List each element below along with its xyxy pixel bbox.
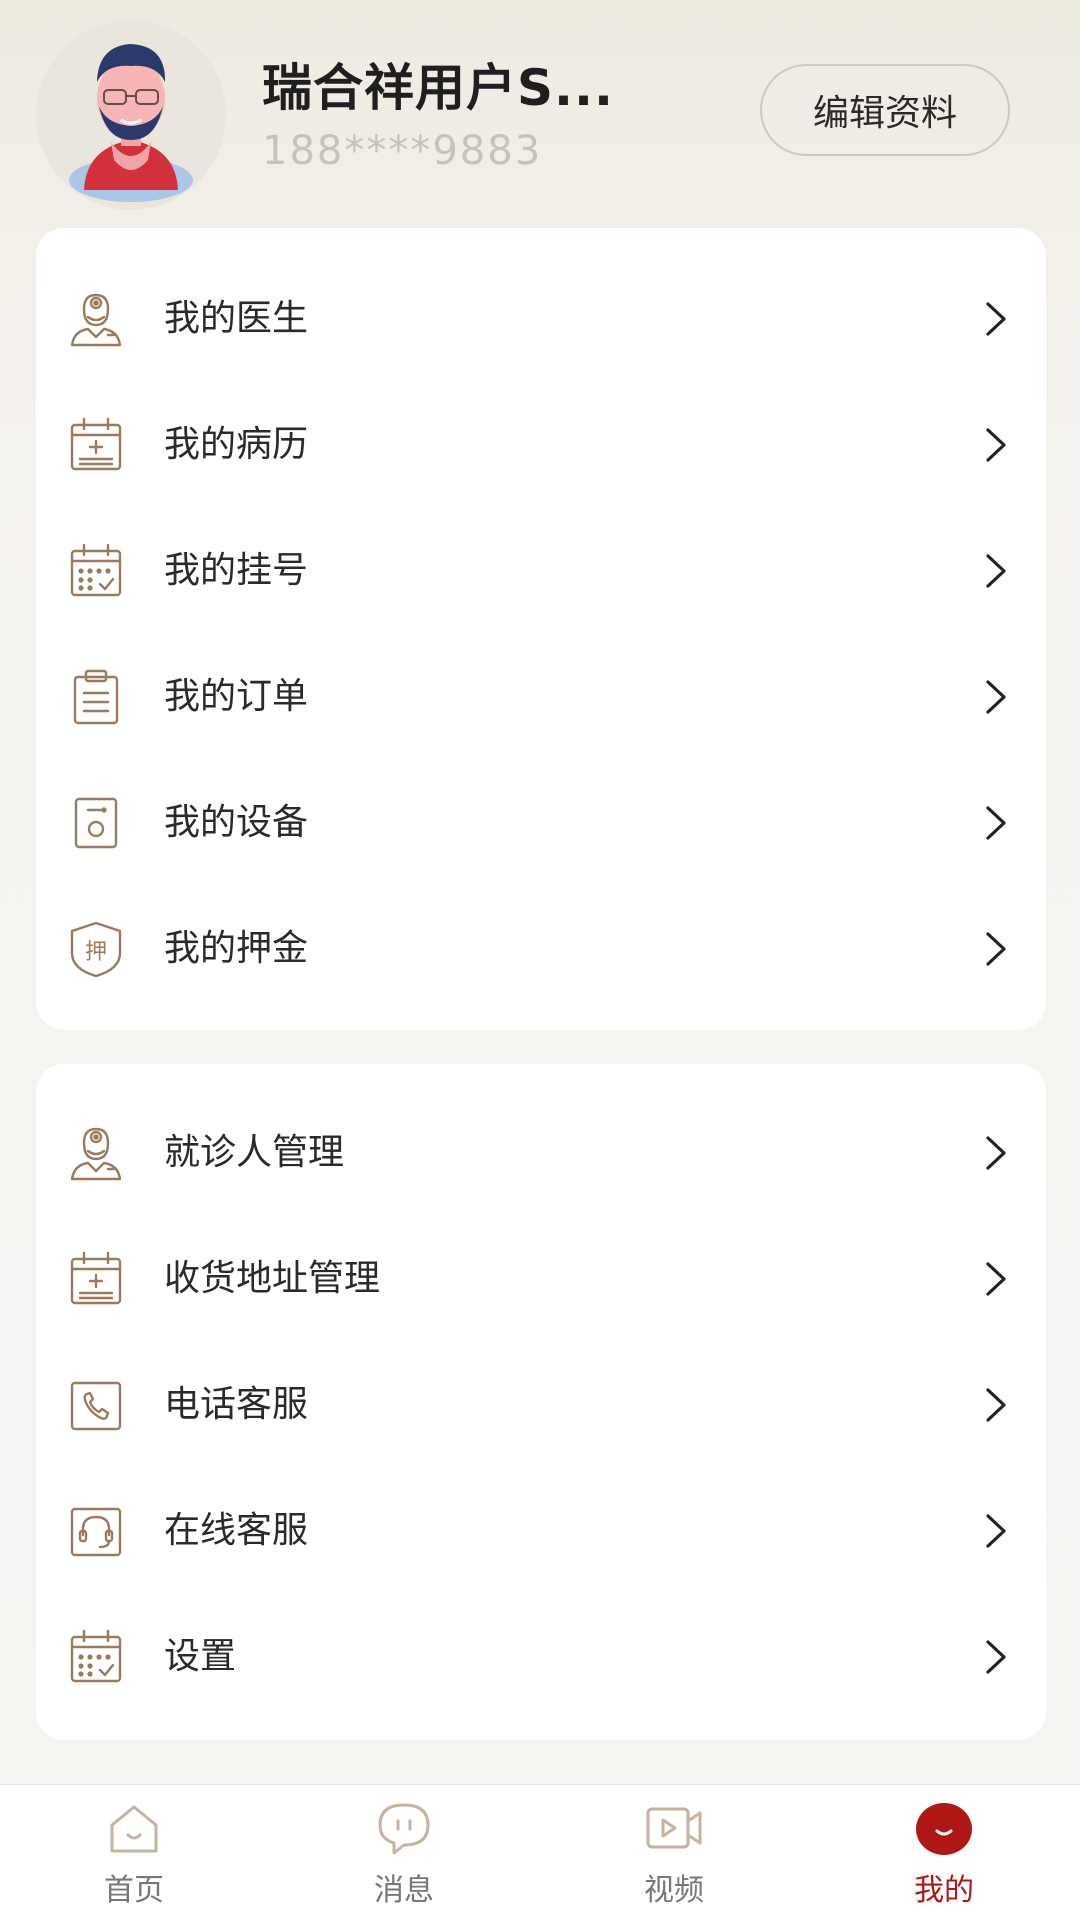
- menu-item-phone-service[interactable]: 电话客服: [36, 1342, 1046, 1468]
- deposit-icon-text: 押: [85, 940, 107, 965]
- menu-item-my-devices[interactable]: 我的设备: [36, 760, 1046, 886]
- headset-icon: [66, 1501, 126, 1561]
- doctor-icon: [66, 289, 126, 349]
- home-icon: [104, 1799, 164, 1857]
- medical-record-icon: [66, 415, 126, 475]
- medical-record-icon: [66, 1249, 126, 1309]
- tab-label: 首页: [104, 1873, 164, 1908]
- chevron-right-icon: [980, 1638, 1010, 1676]
- menu-item-label: 设置: [164, 1636, 237, 1677]
- menu-item-label: 我的订单: [164, 676, 309, 717]
- bottom-tab-bar: 首页 消息 视频 我的: [0, 1784, 1080, 1921]
- menu-item-label: 我的病历: [164, 424, 309, 465]
- username: 瑞合祥用户S...: [262, 59, 614, 117]
- calendar-check-icon: [66, 1627, 126, 1687]
- menu-item-my-orders[interactable]: 我的订单: [36, 634, 1046, 760]
- menu-item-patient-management[interactable]: 就诊人管理: [36, 1090, 1046, 1216]
- menu-item-settings[interactable]: 设置: [36, 1594, 1046, 1720]
- menu-card-primary: 我的医生 我的病历 我的挂号 我的订单 我的设备 押 我的押金: [36, 228, 1046, 1030]
- tab-video[interactable]: 视频: [604, 1785, 744, 1921]
- tab-home[interactable]: 首页: [64, 1785, 204, 1921]
- chevron-right-icon: [980, 300, 1010, 338]
- edit-profile-button[interactable]: 编辑资料: [760, 64, 1010, 156]
- menu-item-label: 我的设备: [164, 802, 309, 843]
- menu-item-label: 电话客服: [164, 1384, 309, 1425]
- chevron-right-icon: [980, 804, 1010, 842]
- avatar[interactable]: [36, 20, 226, 210]
- phone-number: 188****9883: [262, 128, 543, 174]
- chevron-right-icon: [980, 930, 1010, 968]
- menu-item-label: 在线客服: [164, 1510, 309, 1551]
- menu-item-label: 就诊人管理: [164, 1132, 345, 1173]
- chevron-right-icon: [980, 678, 1010, 716]
- menu-item-my-doctor[interactable]: 我的医生: [36, 256, 1046, 382]
- chevron-right-icon: [980, 1134, 1010, 1172]
- menu-item-label: 收货地址管理: [164, 1258, 381, 1299]
- menu-card-secondary: 就诊人管理 收货地址管理 电话客服 在线客服 设置: [36, 1064, 1046, 1740]
- clipboard-list-icon: [66, 667, 126, 727]
- message-icon: [374, 1799, 434, 1857]
- device-speaker-icon: [66, 793, 126, 853]
- chevron-right-icon: [980, 1386, 1010, 1424]
- chevron-right-icon: [980, 1512, 1010, 1550]
- calendar-check-icon: [66, 541, 126, 601]
- menu-item-online-service[interactable]: 在线客服: [36, 1468, 1046, 1594]
- menu-item-my-records[interactable]: 我的病历: [36, 382, 1046, 508]
- chevron-right-icon: [980, 1260, 1010, 1298]
- tab-label: 我的: [914, 1873, 974, 1908]
- phone-icon: [66, 1375, 126, 1435]
- tab-label: 视频: [644, 1873, 704, 1908]
- tab-messages[interactable]: 消息: [334, 1785, 474, 1921]
- menu-item-my-deposit[interactable]: 押 我的押金: [36, 886, 1046, 1012]
- profile-icon: [914, 1799, 974, 1857]
- tab-label: 消息: [374, 1873, 434, 1908]
- tab-mine[interactable]: 我的: [874, 1785, 1014, 1921]
- avatar-illustration: [69, 44, 193, 202]
- menu-item-my-registration[interactable]: 我的挂号: [36, 508, 1046, 634]
- deposit-shield-icon: 押: [66, 919, 126, 979]
- profile-header: 瑞合祥用户S... 188****9883 编辑资料: [0, 0, 1080, 230]
- menu-item-label: 我的医生: [164, 298, 309, 339]
- chevron-right-icon: [980, 552, 1010, 590]
- chevron-right-icon: [980, 426, 1010, 464]
- menu-item-label: 我的押金: [164, 928, 309, 969]
- menu-item-label: 我的挂号: [164, 550, 309, 591]
- video-icon: [644, 1799, 704, 1857]
- menu-item-address-management[interactable]: 收货地址管理: [36, 1216, 1046, 1342]
- doctor-icon: [66, 1123, 126, 1183]
